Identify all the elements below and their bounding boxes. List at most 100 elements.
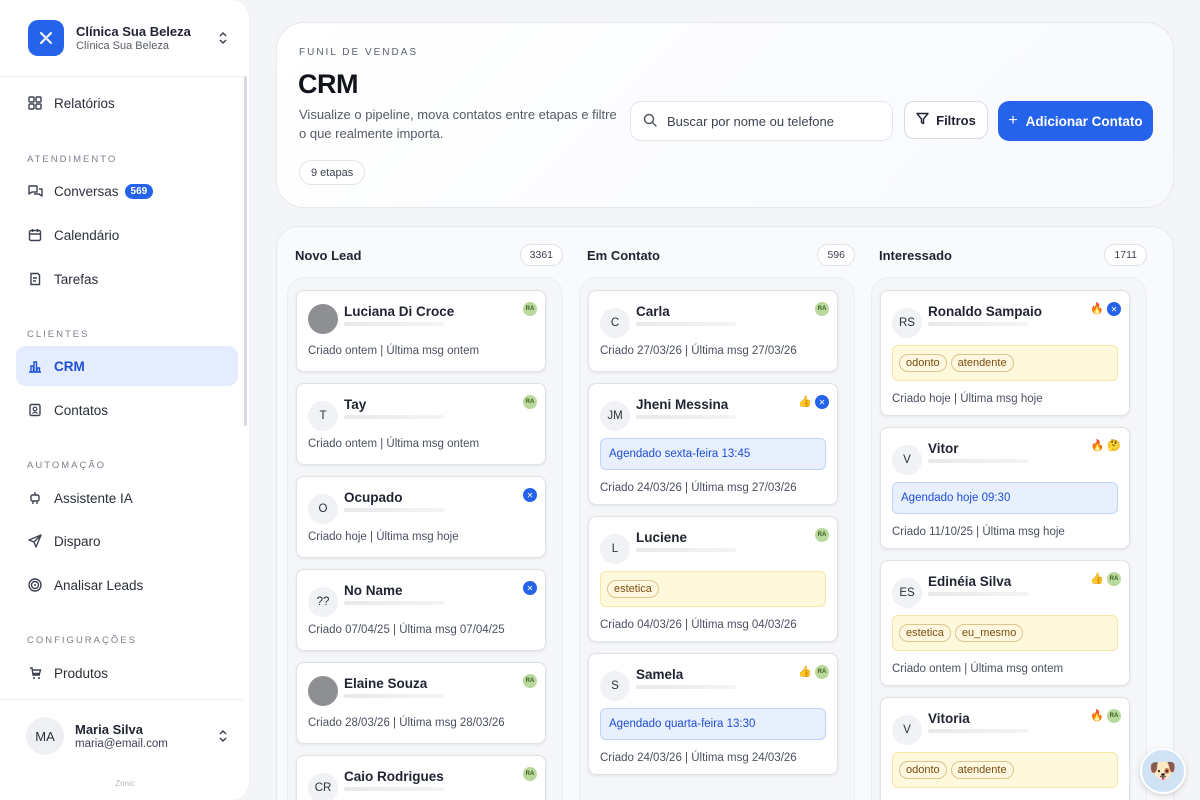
tag-chip[interactable]: atendente (950, 354, 1014, 372)
lead-badges: ✕ (523, 581, 537, 595)
lead-card[interactable]: V Vitoria 🔥 RA odonto atendente (880, 697, 1130, 800)
filters-button[interactable]: Filtros (904, 101, 988, 139)
cart-icon (27, 665, 43, 681)
assignee-ra-icon: RA (815, 665, 829, 679)
lead-card[interactable]: T Tay RA Criado ontem | Última msg ontem (296, 383, 546, 465)
tag-chip[interactable]: eu_mesmo (954, 624, 1024, 642)
fire-icon: 🔥 (1090, 303, 1104, 315)
lead-dates: Criado ontem | Última msg ontem (308, 438, 480, 450)
assignee-ra-icon: RA (523, 395, 537, 409)
lead-dates: Criado ontem | Última msg ontem (308, 345, 480, 357)
robot-icon (27, 490, 43, 506)
crm-header: FUNIL DE VENDAS CRM Visualize o pipeline… (276, 22, 1174, 208)
clipboard-icon (27, 271, 43, 287)
lead-name: Vitoria (928, 711, 970, 726)
lead-badges: RA (523, 674, 537, 688)
lead-name: Tay (344, 397, 367, 412)
sidebar-item-label: CRM (54, 358, 85, 374)
lead-dates: Criado 07/04/25 | Última msg 07/04/25 (308, 624, 505, 636)
lead-name: Caio Rodrigues (344, 769, 444, 784)
assignee-ra-icon: RA (815, 302, 829, 316)
avatar: ?? (308, 587, 338, 617)
tag-chip[interactable]: odonto (899, 761, 947, 779)
stages-count-pill: 9 etapas (299, 160, 366, 185)
lead-card[interactable]: O Ocupado ✕ Criado hoje | Última msg hoje (296, 476, 546, 558)
channel-icon: ✕ (815, 395, 829, 409)
tag-chip[interactable]: odonto (899, 354, 947, 372)
add-contact-button[interactable]: + Adicionar Contato (998, 101, 1153, 141)
chevron-up-down-icon (216, 729, 230, 743)
avatar: S (600, 671, 630, 701)
column-header: Em Contato 596 (587, 243, 855, 267)
lead-dates: Criado ontem | Última msg ontem (892, 663, 1064, 675)
avatar (308, 676, 338, 706)
lead-card[interactable]: RS Ronaldo Sampaio 🔥 ✕ odonto atendente Criado… (880, 290, 1130, 416)
lead-card[interactable]: ?? No Name ✕ Criado 07/04/25 | Última msg 0… (296, 569, 546, 651)
target-icon (27, 577, 43, 593)
avatar: L (600, 534, 630, 564)
faded-subtitle (636, 322, 736, 326)
sidebar-item-crm[interactable]: CRM (16, 346, 238, 386)
avatar: RS (892, 308, 922, 338)
faded-subtitle (636, 548, 736, 552)
hand-icon: 👍 (798, 666, 812, 678)
avatar: C (600, 308, 630, 338)
lead-card[interactable]: JM Jheni Messina 👍 ✕ Agendado sexta-feira 13… (588, 383, 838, 505)
sidebar-item-calendar[interactable]: Calendário (16, 215, 238, 255)
column-body: RS Ronaldo Sampaio 🔥 ✕ odonto atendente Criado… (871, 277, 1147, 800)
sidebar-item-label: Analisar Leads (54, 577, 144, 593)
fire-icon: 🔥 (1090, 710, 1104, 722)
channel-icon: ✕ (523, 488, 537, 502)
tag-chip[interactable]: atendente (950, 761, 1014, 779)
contact-book-icon (27, 402, 43, 418)
grid-icon (27, 95, 43, 111)
sidebar-item-tasks[interactable]: Tarefas (16, 259, 238, 299)
assignee-ra-icon: RA (523, 674, 537, 688)
column-title: Novo Lead (295, 247, 362, 263)
assignee-ra-icon: RA (1107, 572, 1121, 586)
sidebar-item-analyze-leads[interactable]: Analisar Leads (16, 565, 238, 605)
lead-card[interactable]: Luciana Di Croce RA Criado ontem | Última … (296, 290, 546, 372)
footer-brand-logo: Zonic (115, 779, 135, 788)
lead-name: Vitor (928, 441, 959, 456)
lead-name: Samela (636, 667, 684, 682)
sidebar-item-conversations[interactable]: Conversas 569 (16, 171, 238, 211)
chat-icon (27, 183, 43, 199)
column-title: Em Contato (587, 247, 660, 263)
page-eyebrow: FUNIL DE VENDAS (299, 47, 419, 58)
lead-name: Carla (636, 304, 670, 319)
faded-subtitle (344, 694, 444, 698)
lead-badges: 🔥 🤔 (1091, 439, 1121, 453)
lead-card[interactable]: L Luciene RA estetica Criado 04/03/26 | Últi… (588, 516, 838, 642)
lead-name: No Name (344, 583, 403, 598)
org-name: Clínica Sua Beleza (76, 24, 191, 39)
lead-card[interactable]: V Vitor 🔥 🤔 Agendado hoje 09:30 Criado 11/10/… (880, 427, 1130, 549)
tag-list: odonto atendente (892, 752, 1118, 788)
sidebar-scrollbar[interactable] (244, 76, 247, 426)
lead-dates: Criado 24/03/26 | Última msg 27/03/26 (600, 482, 797, 494)
sidebar-item-reports[interactable]: Relatórios (16, 83, 238, 123)
search-box[interactable] (630, 101, 893, 141)
user-menu[interactable]: MA Maria Silva maria@email.com (16, 712, 238, 760)
org-switcher[interactable]: Clínica Sua Beleza Clínica Sua Beleza (16, 12, 238, 64)
lead-card[interactable]: C Carla RA Criado 27/03/26 | Última msg 27/… (588, 290, 838, 372)
sidebar-item-label: Calendário (54, 227, 120, 243)
tag-chip[interactable]: estetica (607, 580, 659, 598)
tag-chip[interactable]: estetica (899, 624, 951, 642)
assistant-mascot-icon[interactable]: 🐶 (1140, 748, 1186, 794)
lead-card[interactable]: S Samela 👍 RA Agendado quarta-feira 13:30 Cri… (588, 653, 838, 775)
sidebar-item-broadcast[interactable]: Disparo (16, 521, 238, 561)
lead-badges: 👍 RA (798, 665, 829, 679)
assignee-ra-icon: RA (523, 302, 537, 316)
sidebar-item-assistant[interactable]: Assistente IA (16, 478, 238, 518)
search-input[interactable] (667, 113, 877, 129)
lead-card[interactable]: ES Edinéia Silva 👍 RA estetica eu_mesmo Criado… (880, 560, 1130, 686)
lead-badges: ✕ (523, 488, 537, 502)
lead-card[interactable]: Elaine Souza RA Criado 28/03/26 | Última m… (296, 662, 546, 744)
column-count-badge: 596 (817, 244, 855, 266)
lead-card[interactable]: CR Caio Rodrigues RA (296, 755, 546, 800)
tag-list: estetica (600, 571, 826, 607)
avatar: JM (600, 401, 630, 431)
sidebar-item-contacts[interactable]: Contatos (16, 390, 238, 430)
sidebar-item-products[interactable]: Produtos (16, 653, 238, 693)
